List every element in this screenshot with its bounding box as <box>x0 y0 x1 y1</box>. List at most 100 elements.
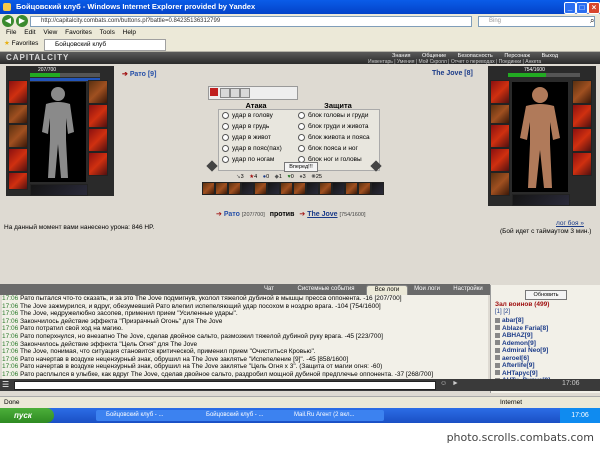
spell-slot-3[interactable] <box>228 182 241 195</box>
tab-my-logs[interactable]: Мои логи <box>410 285 444 294</box>
menu-file[interactable]: File <box>6 29 16 36</box>
log-line: 17:06 Рато начертав в воздухе нецензурны… <box>2 363 488 371</box>
browser-tab[interactable]: Бойцовский клуб <box>44 39 166 51</box>
list-item[interactable]: abar[8] <box>495 317 595 325</box>
tab-settings[interactable]: Настройки <box>448 285 488 294</box>
left-ring-slots[interactable] <box>30 184 88 196</box>
emoticon-icon[interactable]: ☺ <box>440 380 447 387</box>
warrior-name: Afterlife[9] <box>502 362 535 369</box>
list-item[interactable]: Ademon[9] <box>495 340 595 348</box>
spell-slot-4[interactable] <box>241 182 254 195</box>
menu-exit[interactable]: Выход <box>542 53 558 59</box>
armor-slot[interactable] <box>8 148 28 172</box>
attack-option-head[interactable]: удар в голову <box>222 112 273 119</box>
attack-option-belt[interactable]: удар в пояс(пах) <box>222 145 282 152</box>
task-2[interactable]: Бойцовский клуб - ... <box>196 410 290 421</box>
search-input[interactable]: Bing <box>478 16 595 27</box>
spell-slot-13[interactable] <box>358 182 371 195</box>
weapon-slot[interactable] <box>8 124 28 148</box>
attack-option-legs[interactable]: удар по ногам <box>222 156 274 163</box>
spell-slot-14[interactable] <box>371 182 384 195</box>
spell-slot-2[interactable] <box>215 182 228 195</box>
spell-slot-10[interactable] <box>319 182 332 195</box>
versus-left-name[interactable]: Рато <box>224 211 240 218</box>
list-item[interactable]: Ablaze Faria[8] <box>495 325 595 333</box>
game-sub-menu[interactable]: Инвентарь | Умения | Мой Скролл | Отчет … <box>368 59 541 65</box>
versus-word: против <box>269 211 295 218</box>
list-item[interactable]: AHTaрyc[9] <box>495 370 595 378</box>
address-field[interactable]: http://capitalcity.combats.com/buttons.p… <box>30 16 472 27</box>
menu-help[interactable]: Help <box>123 29 136 36</box>
task-1[interactable]: Бойцовский клуб - ... <box>96 410 202 421</box>
menu-edit[interactable]: Edit <box>24 29 35 36</box>
close-button[interactable]: × <box>588 2 600 14</box>
right-player-name[interactable]: The Jove [8] <box>432 70 473 77</box>
attack-option-stomach[interactable]: удар в живот <box>222 134 271 141</box>
list-item[interactable]: aeroel[6] <box>495 355 595 363</box>
warrior-name: Admiral Neo[9] <box>502 347 549 354</box>
scroll-icon[interactable] <box>220 88 230 98</box>
forward-button[interactable]: Вперед!!! <box>284 162 318 172</box>
clan-badge-icon <box>495 370 500 376</box>
favorites-button[interactable]: ★ Favorites <box>4 37 38 51</box>
enemy-weapon-slot[interactable] <box>490 124 510 148</box>
helmet-slot[interactable] <box>8 80 28 104</box>
earrings-slot[interactable] <box>88 80 108 104</box>
amulet-slot[interactable] <box>8 104 28 124</box>
heart-icon[interactable] <box>210 88 218 96</box>
attack-option-chest[interactable]: удар в грудь <box>222 123 269 130</box>
list-item[interactable]: ABHAZ[9] <box>495 332 595 340</box>
enemy-belt-slot[interactable] <box>490 172 510 196</box>
spell-slot-9[interactable] <box>306 182 319 195</box>
enemy-armor-slot[interactable] <box>490 148 510 172</box>
menu-tools[interactable]: Tools <box>100 29 115 36</box>
back-arrow-icon[interactable]: ◀ <box>2 15 14 27</box>
enemy-helmet-slot[interactable] <box>490 80 510 104</box>
spell-slot-1[interactable] <box>202 182 215 195</box>
spell-slot-5[interactable] <box>254 182 267 195</box>
task-3[interactable]: Mail.Ru Агент (2 вкл... <box>284 410 384 421</box>
menu-view[interactable]: View <box>43 29 57 36</box>
enemy-earrings-slot[interactable] <box>572 80 592 104</box>
belt-slot[interactable] <box>8 172 28 190</box>
list-item[interactable]: Admiral Neo[9] <box>495 347 595 355</box>
clock-text: 17:06 <box>562 380 580 387</box>
potion-icon[interactable] <box>240 88 250 98</box>
warrior-name: aeroel[6] <box>502 354 530 362</box>
enemy-shield-slot[interactable] <box>572 128 592 152</box>
gloves-slot[interactable] <box>88 104 108 128</box>
spell-slot-12[interactable] <box>345 182 358 195</box>
maximize-button[interactable]: □ <box>576 2 588 14</box>
defense-option-stomach-belt[interactable]: блок живота и пояса <box>298 134 370 141</box>
search-icon[interactable]: ⌕ <box>590 16 594 26</box>
defense-option-belt-legs[interactable]: блок пояса и ног <box>298 145 358 152</box>
list-item[interactable]: Afterlife[9] <box>495 362 595 370</box>
spell-slot-7[interactable] <box>280 182 293 195</box>
chat-input[interactable] <box>14 381 436 390</box>
battle-log-link[interactable]: лог боя » <box>556 220 584 227</box>
send-icon[interactable]: ► <box>452 380 459 387</box>
spell-slot-6[interactable] <box>267 182 280 195</box>
enemy-ring-slots[interactable] <box>512 194 570 206</box>
enemy-amulet-slot[interactable] <box>490 104 510 124</box>
shield-slot[interactable] <box>88 128 108 152</box>
tab-chat[interactable]: Чат <box>252 285 286 294</box>
enemy-gloves-slot[interactable] <box>572 104 592 128</box>
refresh-button[interactable]: Обновить <box>525 290 567 300</box>
left-player-name[interactable]: ➔ Рато [9] <box>122 70 156 78</box>
spell-slot-11[interactable] <box>332 182 345 195</box>
minimize-button[interactable]: _ <box>564 2 576 14</box>
defense-option-chest-stomach[interactable]: блок груди и живота <box>298 123 369 130</box>
forward-arrow-icon[interactable]: ▶ <box>16 15 28 27</box>
versus-right-name[interactable]: The Jove <box>307 211 337 218</box>
chat-icon[interactable]: ☰ <box>2 380 9 389</box>
enemy-boots-slot[interactable] <box>572 152 592 176</box>
boots-slot[interactable] <box>88 152 108 176</box>
tab-system-events[interactable]: Системные события <box>290 285 362 294</box>
warriors-pages[interactable]: [1] [2] <box>495 309 510 315</box>
spell-slot-8[interactable] <box>293 182 306 195</box>
magic-icon[interactable] <box>230 88 240 98</box>
start-button[interactable]: пуск <box>0 408 54 423</box>
menu-favorites[interactable]: Favorites <box>65 29 92 36</box>
defense-option-head-chest[interactable]: блок головы и груди <box>298 112 368 119</box>
